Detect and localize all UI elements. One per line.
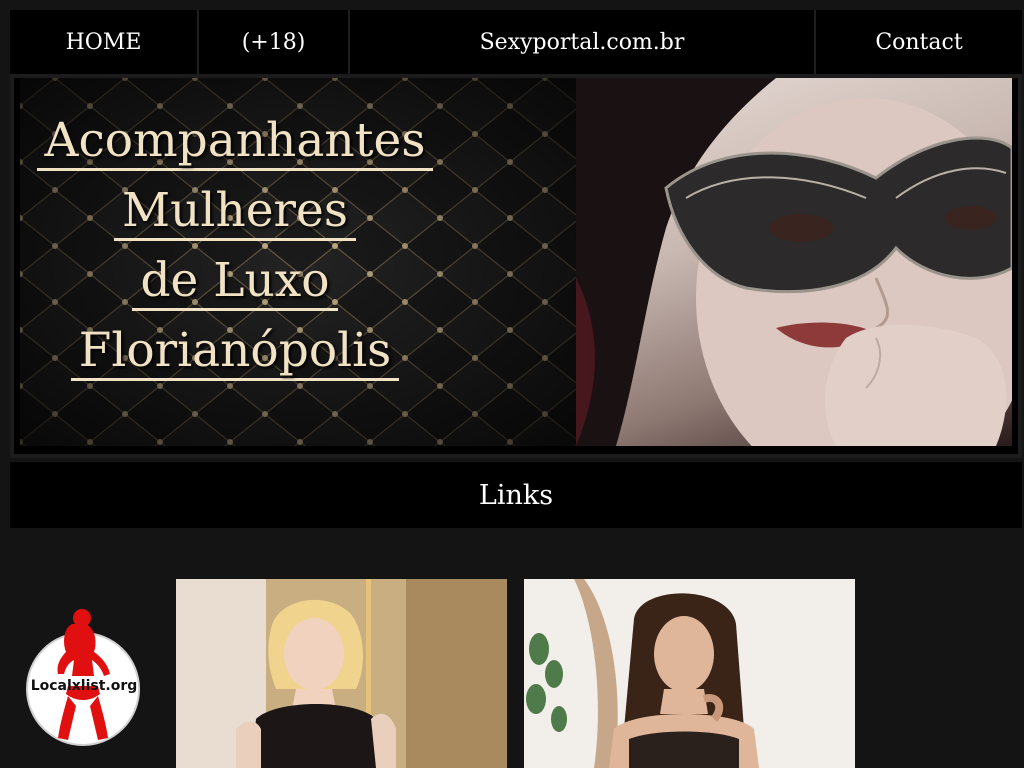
brunette-woman-photo	[524, 579, 855, 768]
nav-contact-link[interactable]: Contact	[816, 10, 1022, 74]
links-header: Links	[10, 462, 1022, 528]
profile-card-2[interactable]	[524, 579, 855, 768]
top-nav: HOME (+18) Sexyportal.com.br Contact	[10, 10, 1022, 74]
localxlist-badge[interactable]: Localxlist.org	[24, 606, 144, 746]
banner-line-2: Mulheres	[20, 176, 450, 246]
badge-label: Localxlist.org	[30, 678, 138, 694]
banner-line-1: Acompanhantes	[20, 106, 450, 176]
banner-line-3: de Luxo	[20, 246, 450, 316]
profile-card-1[interactable]	[176, 579, 507, 768]
banner-title: Acompanhantes Mulheres de Luxo Florianóp…	[20, 106, 450, 386]
nav-site-link[interactable]: Sexyportal.com.br	[350, 10, 816, 74]
banner-title-panel: Acompanhantes Mulheres de Luxo Florianóp…	[20, 78, 576, 446]
hero-banner: Acompanhantes Mulheres de Luxo Florianóp…	[10, 74, 1022, 458]
blonde-woman-photo	[176, 579, 507, 768]
masked-woman-photo	[576, 78, 1012, 446]
banner-line-4: Florianópolis	[20, 316, 450, 386]
woman-silhouette-icon	[57, 609, 110, 740]
masked-woman-illustration	[576, 78, 1012, 446]
nav-adult-link[interactable]: (+18)	[199, 10, 350, 74]
nav-home-link[interactable]: HOME	[10, 10, 199, 74]
